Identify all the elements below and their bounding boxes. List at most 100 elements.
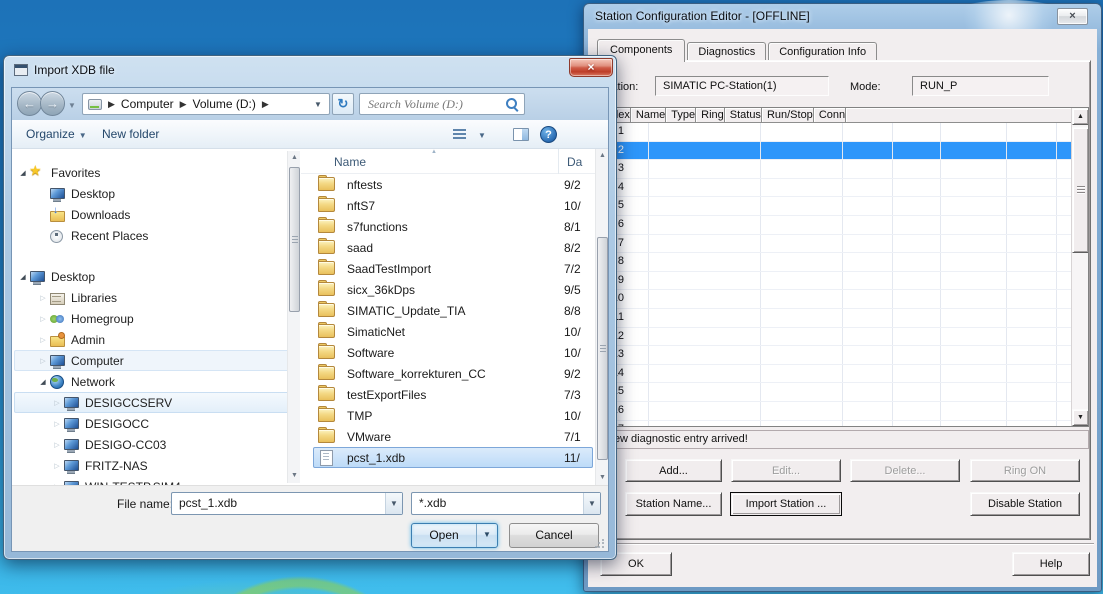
views-icon[interactable]: [453, 129, 466, 140]
file-row[interactable]: SaadTestImport 7/2: [313, 258, 593, 279]
sidebar-item[interactable]: Admin: [14, 329, 298, 350]
preview-pane-icon[interactable]: [513, 128, 529, 141]
folder-icon: [318, 219, 334, 234]
file-list-scrollbar[interactable]: ▲ ▼: [595, 149, 608, 485]
tree-expander-icon[interactable]: [51, 420, 63, 428]
file-type-combo[interactable]: *.xdb ▼: [411, 492, 601, 515]
sidebar-item[interactable]: Libraries: [14, 287, 298, 308]
forward-icon[interactable]: [40, 91, 65, 116]
station-window-title[interactable]: Station Configuration Editor - [OFFLINE]: [595, 9, 810, 23]
file-list: Name ▲ Da nftests 9/2: [301, 149, 608, 485]
scroll-up-icon[interactable]: ▲: [288, 151, 301, 165]
homegroup-icon: [49, 311, 65, 327]
scroll-down-icon[interactable]: ▼: [596, 471, 608, 485]
scroll-up-icon[interactable]: ▲: [596, 149, 608, 163]
folder-icon: [318, 177, 334, 192]
sidebar-scrollbar[interactable]: ▲ ▼: [287, 151, 300, 483]
search-icon[interactable]: [505, 97, 520, 112]
views-chevron-icon[interactable]: ▼: [478, 131, 486, 140]
tree-expander-icon[interactable]: [37, 378, 49, 386]
file-name: testExportFiles: [347, 388, 426, 402]
file-row[interactable]: s7functions 8/1: [313, 216, 593, 237]
file-row[interactable]: Software_korrekturen_CC 9/2: [313, 363, 593, 384]
import-dialog-titlebar[interactable]: Import XDB file: [14, 63, 115, 77]
sidebar-item[interactable]: Recent Places: [14, 225, 298, 246]
scrollbar-thumb[interactable]: [597, 237, 608, 460]
file-row[interactable]: testExportFiles 7/3: [313, 384, 593, 405]
file-row[interactable]: sicx_36kDps 9/5: [313, 279, 593, 300]
open-button[interactable]: Open: [412, 524, 476, 547]
file-row[interactable]: VMware 7/1: [313, 426, 593, 447]
file-row[interactable]: saad 8/2: [313, 237, 593, 258]
sidebar-item-label: FRITZ-NAS: [85, 459, 148, 473]
dialog-footer: File name: pcst_1.xdb ▼ *.xdb ▼ Open ▼ C…: [12, 485, 608, 551]
sidebar-item[interactable]: DESIGOCC: [14, 413, 298, 434]
folder-icon: [318, 261, 334, 276]
breadcrumb-item[interactable]: Computer ▶: [121, 97, 193, 111]
file-row[interactable]: pcst_1.xdb 11/: [313, 447, 593, 468]
open-dropdown-icon[interactable]: ▼: [476, 524, 497, 547]
file-name: SIMATIC_Update_TIA: [347, 304, 466, 318]
sidebar-item[interactable]: Downloads: [14, 204, 298, 225]
close-icon[interactable]: ×: [569, 58, 613, 77]
organize-button[interactable]: Organize▼: [26, 127, 87, 141]
sidebar-item[interactable]: Desktop: [14, 183, 298, 204]
file-row[interactable]: nftests 9/2: [313, 174, 593, 195]
help-icon[interactable]: ?: [540, 126, 557, 143]
new-folder-button[interactable]: New folder: [102, 127, 159, 141]
recent-places-icon: [49, 228, 65, 244]
tree-expander-icon[interactable]: [51, 462, 63, 470]
station-tab[interactable]: Configuration Info: [768, 42, 877, 61]
chevron-down-icon: ▼: [79, 131, 87, 140]
help-button[interactable]: Help: [1012, 552, 1090, 576]
file-date: 7/3: [564, 388, 581, 402]
file-name-label: File name:: [117, 497, 173, 511]
sidebar-item[interactable]: WIN-TESTP.SIM4: [14, 476, 298, 485]
file-row[interactable]: SimaticNet 10/: [313, 321, 593, 342]
recent-pages-chevron-icon[interactable]: ▼: [68, 101, 76, 110]
file-row[interactable]: SIMATIC_Update_TIA 8/8: [313, 300, 593, 321]
cancel-button[interactable]: Cancel: [509, 523, 599, 548]
chevron-down-icon[interactable]: ▼: [583, 493, 600, 514]
file-list-header: Name ▲ Da: [301, 149, 595, 174]
resize-grip[interactable]: [595, 539, 605, 549]
refresh-icon[interactable]: [332, 93, 354, 115]
chevron-down-icon[interactable]: ▼: [385, 493, 402, 514]
back-icon[interactable]: [17, 91, 42, 116]
sidebar-item-label: Libraries: [71, 291, 117, 305]
file-row[interactable]: Software 10/: [313, 342, 593, 363]
address-dropdown-icon[interactable]: ▼: [309, 94, 327, 114]
sidebar-item[interactable]: Favorites: [14, 162, 298, 183]
tree-expander-icon[interactable]: [37, 336, 49, 344]
sidebar-item[interactable]: DESIGO-CC03: [14, 434, 298, 455]
tree-expander-icon[interactable]: [37, 294, 49, 302]
file-name-combo[interactable]: pcst_1.xdb ▼: [171, 492, 403, 515]
tree-expander-icon[interactable]: [37, 357, 49, 365]
sidebar-item[interactable]: Network: [14, 371, 298, 392]
file-name: SimaticNet: [347, 325, 405, 339]
search-box[interactable]: [359, 93, 525, 115]
computer-icon: [49, 353, 65, 369]
sidebar-item[interactable]: Desktop: [14, 266, 298, 287]
search-input[interactable]: [368, 97, 505, 112]
address-bar[interactable]: ▶ Computer ▶ Volume (D:) ▶ ▼: [82, 93, 330, 115]
sidebar-item[interactable]: Homegroup: [14, 308, 298, 329]
navigation-pane: Favorites Desktop Downloads: [12, 149, 300, 485]
open-split-button[interactable]: Open ▼: [411, 523, 498, 548]
sidebar-item[interactable]: DESIGCCSERV: [14, 392, 298, 413]
scroll-down-icon[interactable]: ▼: [288, 469, 301, 483]
breadcrumb-item[interactable]: Volume (D:) ▶: [193, 97, 275, 111]
scrollbar-thumb[interactable]: [289, 167, 300, 312]
tree-expander-icon[interactable]: [17, 169, 29, 177]
desktop-icon: [49, 186, 65, 202]
tree-expander-icon[interactable]: [37, 315, 49, 323]
tree-expander-icon[interactable]: [51, 441, 63, 449]
tree-expander-icon[interactable]: [51, 399, 63, 407]
file-row[interactable]: nftS7 10/: [313, 195, 593, 216]
station-tab[interactable]: Diagnostics: [687, 42, 766, 61]
sidebar-item[interactable]: FRITZ-NAS: [14, 455, 298, 476]
close-icon[interactable]: ×: [1057, 8, 1088, 25]
tree-expander-icon[interactable]: [17, 273, 29, 281]
file-row[interactable]: TMP 10/: [313, 405, 593, 426]
sidebar-item[interactable]: Computer: [14, 350, 298, 371]
